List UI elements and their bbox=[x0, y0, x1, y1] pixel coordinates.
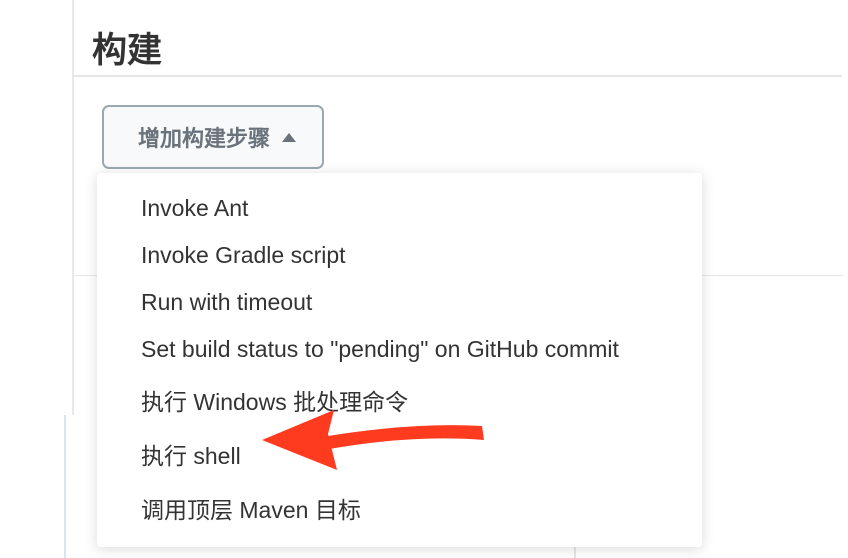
add-build-step-wrap: 增加构建步骤 Invoke Ant Invoke Gradle script R… bbox=[72, 77, 848, 169]
menu-item-invoke-gradle[interactable]: Invoke Gradle script bbox=[97, 232, 702, 279]
add-build-step-button[interactable]: 增加构建步骤 bbox=[102, 105, 324, 169]
build-step-menu: Invoke Ant Invoke Gradle script Run with… bbox=[97, 173, 702, 547]
section-title: 构建 bbox=[72, 0, 842, 77]
menu-item-maven-top[interactable]: 调用顶层 Maven 目标 bbox=[97, 481, 702, 535]
panel-left-border bbox=[64, 415, 66, 558]
build-section: 构建 增加构建步骤 Invoke Ant Invoke Gradle scrip… bbox=[0, 0, 848, 169]
menu-item-invoke-ant[interactable]: Invoke Ant bbox=[97, 185, 702, 232]
menu-item-windows-batch[interactable]: 执行 Windows 批处理命令 bbox=[97, 373, 702, 427]
menu-item-execute-shell[interactable]: 执行 shell bbox=[97, 427, 702, 481]
menu-item-run-timeout[interactable]: Run with timeout bbox=[97, 279, 702, 326]
caret-up-icon bbox=[282, 133, 296, 142]
menu-item-github-pending[interactable]: Set build status to "pending" on GitHub … bbox=[97, 326, 702, 373]
add-build-step-label: 增加构建步骤 bbox=[138, 121, 270, 153]
